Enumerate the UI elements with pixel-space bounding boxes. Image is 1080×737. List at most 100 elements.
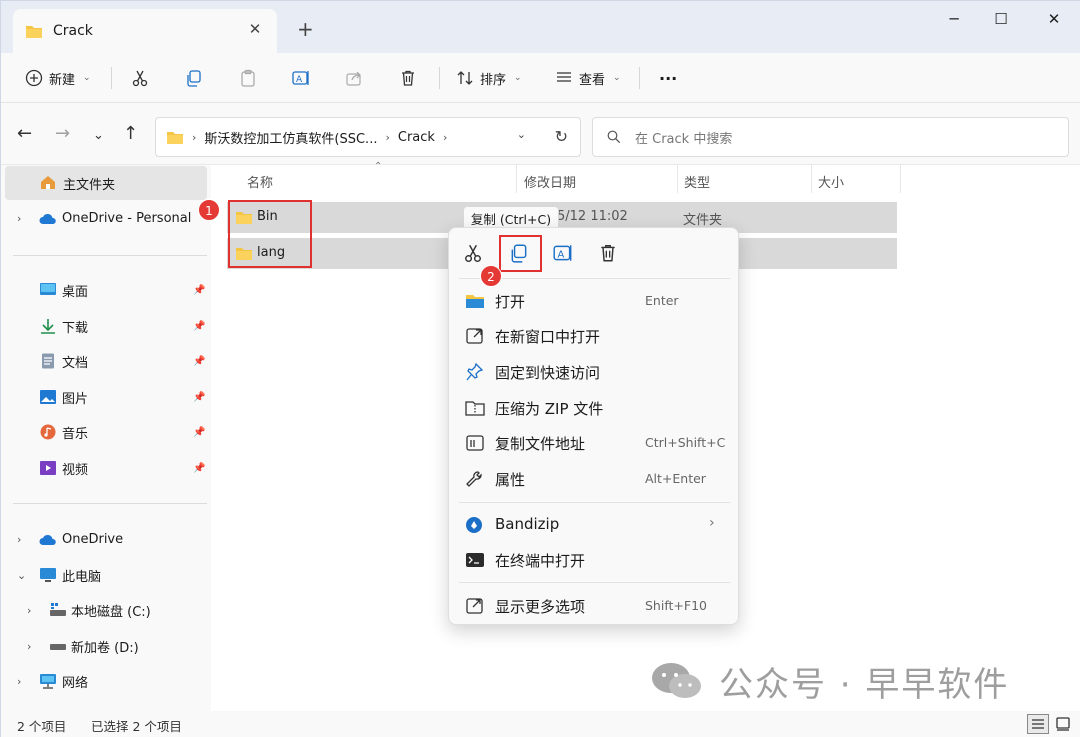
cut-button[interactable] — [131, 65, 149, 91]
more-options-button[interactable]: ··· — [659, 65, 677, 91]
command-bar: 新建 ⌄ A 排序 ⌄ 查看 ⌄ ··· — [1, 53, 1080, 103]
up-icon[interactable]: ↑ — [123, 125, 138, 143]
pin-icon[interactable]: 📌 — [193, 427, 205, 438]
expand-chevron-icon[interactable]: › — [17, 675, 21, 688]
menu-rename-button[interactable]: A — [549, 240, 577, 266]
column-divider[interactable] — [516, 165, 517, 193]
sidebar-item-videos[interactable]: 视频 📌 — [1, 451, 211, 485]
scissors-icon — [132, 70, 148, 87]
menu-item-pin-quick-access[interactable]: 固定到快速访问 — [449, 355, 740, 389]
pin-icon[interactable]: 📌 — [193, 463, 205, 474]
menu-item-open-new-window[interactable]: 在新窗口中打开 — [449, 319, 740, 353]
view-button[interactable]: 查看 ⌄ — [555, 65, 621, 91]
download-icon — [41, 319, 55, 334]
breadcrumb-separator-icon[interactable]: › — [443, 131, 447, 144]
step-badge-2: 2 — [480, 265, 502, 287]
menu-item-label: 属性 — [495, 471, 526, 489]
expand-chevron-icon[interactable]: › — [17, 212, 21, 225]
column-header-modified[interactable]: 修改日期 — [524, 172, 576, 191]
chevron-down-icon: ⌄ — [83, 73, 91, 83]
column-divider[interactable] — [677, 165, 678, 193]
new-label: 新建 — [49, 72, 76, 88]
menu-delete-button[interactable] — [594, 240, 622, 266]
pin-icon[interactable]: 📌 — [193, 321, 205, 332]
menu-item-copy-path[interactable]: 复制文件地址 Ctrl+Shift+C — [449, 426, 740, 460]
minimize-button[interactable]: ─ — [931, 7, 977, 31]
sidebar-item-documents[interactable]: 文档 📌 — [1, 344, 211, 378]
menu-item-open-terminal[interactable]: 在终端中打开 — [449, 543, 740, 577]
sort-indicator-icon: ⌃ — [374, 161, 383, 172]
sort-button[interactable]: 排序 ⌄ — [456, 65, 522, 91]
menu-item-bandizip[interactable]: Bandizip › — [449, 508, 740, 542]
breadcrumb-separator-icon[interactable]: › — [385, 131, 389, 144]
details-view-button[interactable] — [1027, 714, 1049, 734]
sidebar-item-onedrive-personal[interactable]: › OneDrive - Personal — [1, 201, 211, 235]
column-divider[interactable] — [811, 165, 812, 193]
delete-button[interactable] — [399, 65, 417, 91]
pin-icon — [466, 363, 484, 381]
breadcrumb-current[interactable]: Crack — [398, 130, 435, 145]
sidebar-item-this-pc[interactable]: ⌄ 此电脑 — [1, 558, 211, 592]
item-count: 2 个项目 — [17, 719, 67, 734]
copy-button[interactable] — [185, 65, 203, 91]
column-header-size[interactable]: 大小 — [818, 172, 844, 191]
sidebar-item-label: 此电脑 — [62, 569, 102, 585]
menu-item-open[interactable]: 打开 Enter — [449, 284, 740, 318]
column-header-name[interactable]: 名称 — [247, 172, 273, 191]
sidebar-item-music[interactable]: 音乐 📌 — [1, 415, 211, 449]
address-bar[interactable]: › 斯沃数控加工仿真软件(SSC... › Crack › ⌄ ↻ — [155, 117, 581, 157]
new-button[interactable]: 新建 ⌄ — [25, 65, 91, 91]
refresh-icon[interactable]: ↻ — [555, 127, 568, 146]
sidebar-item-label: 桌面 — [62, 284, 89, 300]
navigation-pane: 主文件夹 › OneDrive - Personal 桌面 📌 下载 📌 文档 … — [1, 165, 211, 711]
sidebar-item-drive-c[interactable]: › 本地磁盘 (C:) — [1, 593, 211, 627]
pin-icon[interactable]: 📌 — [193, 392, 205, 403]
menu-cut-button[interactable] — [459, 240, 487, 266]
menu-item-more-options[interactable]: 显示更多选项 Shift+F10 — [449, 589, 740, 623]
breadcrumb-separator-icon[interactable]: › — [192, 131, 196, 144]
sidebar-item-drive-d[interactable]: › 新加卷 (D:) — [1, 629, 211, 663]
menu-item-properties[interactable]: 属性 Alt+Enter — [449, 462, 740, 496]
copy-path-icon — [466, 435, 484, 451]
recent-chevron-icon[interactable]: ⌄ — [93, 127, 104, 145]
expand-chevron-icon[interactable]: › — [27, 604, 31, 617]
tiles-view-button[interactable] — [1052, 714, 1074, 734]
expand-chevron-icon[interactable]: › — [27, 640, 31, 653]
divider — [639, 67, 640, 89]
collapse-chevron-icon[interactable]: ⌄ — [17, 569, 26, 582]
sidebar-item-downloads[interactable]: 下载 📌 — [1, 309, 211, 343]
close-window-button[interactable]: ✕ — [1031, 7, 1077, 31]
paste-button[interactable] — [239, 65, 257, 91]
share-button[interactable] — [345, 65, 363, 91]
column-header-type[interactable]: 类型 — [684, 172, 710, 191]
svg-text:A: A — [296, 75, 303, 85]
new-tab-button[interactable]: + — [297, 19, 314, 39]
more-options-icon — [466, 598, 483, 614]
forward-icon[interactable]: → — [55, 125, 70, 143]
tiles-view-icon — [1056, 717, 1070, 731]
pin-icon[interactable]: 📌 — [193, 356, 205, 367]
search-box[interactable]: 在 Crack 中搜索 — [592, 117, 1069, 157]
rename-button[interactable]: A — [291, 65, 311, 91]
sidebar-item-network[interactable]: › 网络 — [1, 664, 211, 698]
sidebar-item-home[interactable]: 主文件夹 — [5, 166, 207, 200]
maximize-button[interactable]: ☐ — [978, 7, 1024, 31]
expand-chevron-icon[interactable]: › — [17, 533, 21, 546]
breadcrumb-parent[interactable]: 斯沃数控加工仿真软件(SSC... — [204, 128, 377, 147]
tab-close-icon[interactable]: ✕ — [247, 21, 263, 37]
sidebar-item-label: 新加卷 (D:) — [71, 640, 139, 656]
pin-icon[interactable]: 📌 — [193, 285, 205, 296]
tab-crack[interactable]: Crack ✕ — [13, 9, 277, 53]
sidebar-item-pictures[interactable]: 图片 📌 — [1, 380, 211, 414]
sidebar-item-onedrive[interactable]: › OneDrive — [1, 522, 211, 556]
view-label: 查看 — [579, 72, 606, 88]
back-icon[interactable]: ← — [17, 125, 32, 143]
column-divider[interactable] — [900, 165, 901, 193]
menu-item-compress-zip[interactable]: 压缩为 ZIP 文件 — [449, 391, 740, 425]
highlight-box-files — [228, 200, 312, 268]
address-dropdown-icon[interactable]: ⌄ — [517, 128, 526, 141]
plus-circle-icon — [25, 69, 43, 87]
sidebar-item-desktop[interactable]: 桌面 📌 — [1, 273, 211, 307]
highlight-box-copy — [499, 235, 542, 272]
home-icon — [41, 176, 55, 189]
